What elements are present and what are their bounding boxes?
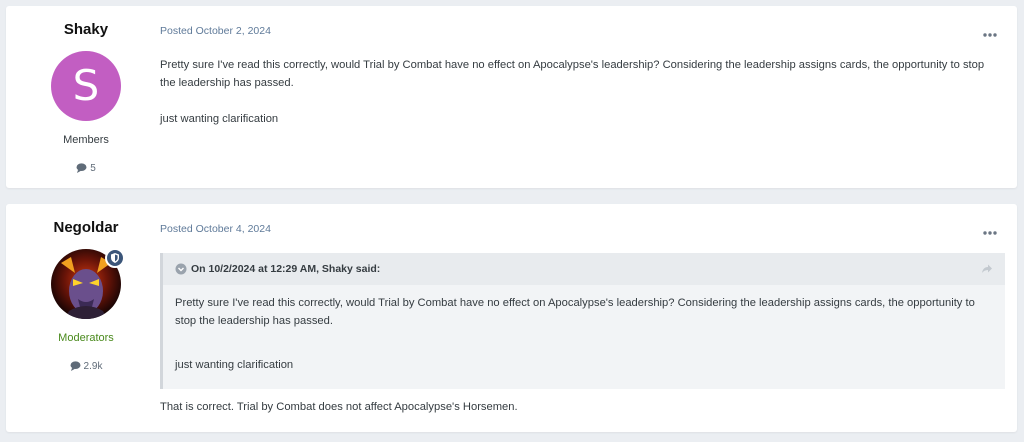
share-icon[interactable]: [981, 263, 993, 274]
avatar[interactable]: S: [51, 51, 121, 121]
post-paragraph: Pretty sure I've read this correctly, wo…: [160, 59, 985, 89]
moderator-badge: [105, 248, 125, 268]
posted-meta: Posted October 2, 2024: [160, 25, 271, 37]
posted-date[interactable]: October 4, 2024: [196, 223, 271, 235]
author-name[interactable]: Shaky: [6, 21, 166, 39]
comment-icon: [76, 163, 87, 173]
quote-body: Pretty sure I've read this correctly, wo…: [163, 285, 1005, 374]
quote-paragraph: Pretty sure I've read this correctly, wo…: [175, 297, 975, 327]
quote-paragraph: just wanting clarification: [175, 359, 294, 371]
post-count[interactable]: 2.9k: [6, 361, 166, 373]
chevron-down-icon[interactable]: [175, 263, 187, 275]
comment-icon: [70, 361, 81, 371]
post-options-button[interactable]: [983, 24, 997, 42]
posted-meta: Posted October 4, 2024: [160, 223, 271, 235]
shield-icon: [111, 253, 119, 263]
ellipsis-icon: [983, 33, 997, 37]
author-panel: Shaky S Members 5: [6, 6, 166, 175]
posted-date[interactable]: October 2, 2024: [196, 25, 271, 37]
avatar[interactable]: [51, 248, 125, 319]
post-content: That is correct. Trial by Combat does no…: [160, 401, 518, 413]
author-panel: Negoldar Moderators 2.9k: [6, 204, 166, 373]
post-shaky: Shaky S Members 5 Posted October 2, 2024…: [6, 6, 1017, 188]
post-paragraph: just wanting clarification: [160, 113, 279, 125]
user-group: Moderators: [58, 332, 114, 344]
post-count[interactable]: 5: [6, 163, 166, 175]
post-content: Pretty sure I've read this correctly, wo…: [160, 56, 997, 128]
post-count-value: 2.9k: [83, 361, 103, 372]
quote-citation: On 10/2/2024 at 12:29 AM, Shaky said:: [191, 263, 381, 275]
post-negoldar: Negoldar Moderators 2.9k Posted October …: [6, 204, 1017, 432]
ellipsis-icon: [983, 231, 997, 235]
posted-label: Posted: [160, 223, 193, 235]
quote-header[interactable]: On 10/2/2024 at 12:29 AM, Shaky said:: [163, 253, 1005, 285]
post-options-button[interactable]: [983, 222, 997, 240]
user-group: Members: [63, 134, 109, 146]
posted-label: Posted: [160, 25, 193, 37]
author-name[interactable]: Negoldar: [6, 219, 166, 237]
post-count-value: 5: [90, 163, 96, 174]
quote-block: On 10/2/2024 at 12:29 AM, Shaky said: Pr…: [160, 253, 1005, 389]
avatar-letter: S: [51, 51, 121, 121]
